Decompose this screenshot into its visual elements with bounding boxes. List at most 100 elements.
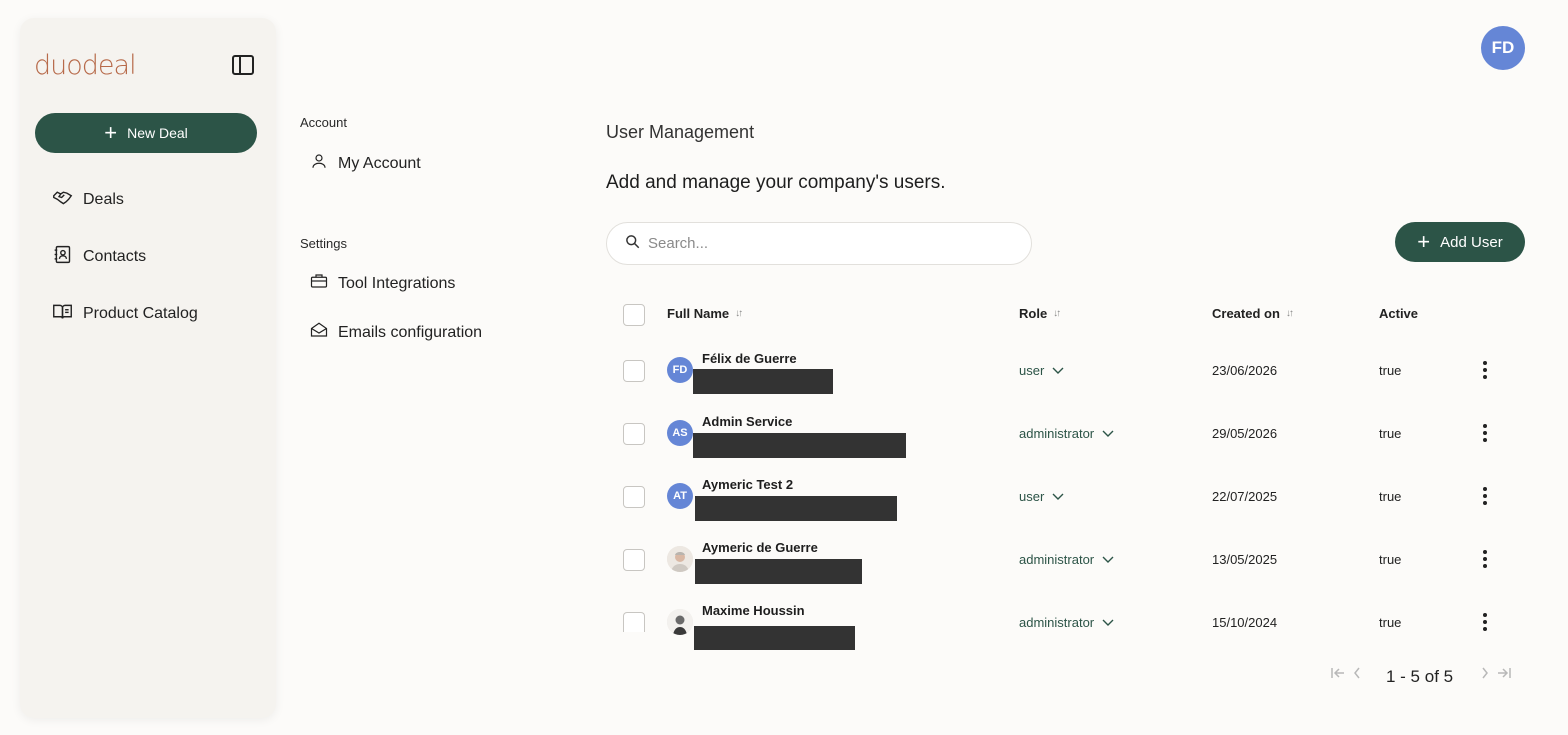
column-header-full-name[interactable]: Full Name ↓↑ xyxy=(667,306,743,321)
chevron-down-icon xyxy=(1052,489,1064,504)
chevron-down-icon xyxy=(1102,426,1114,441)
nav-label: My Account xyxy=(338,154,421,172)
pagination-next-group xyxy=(1480,666,1512,685)
redacted-email xyxy=(694,626,855,650)
user-name: Maxime Houssin xyxy=(702,603,805,618)
sidebar-item-product-catalog[interactable]: Product Catalog xyxy=(52,302,198,326)
sidebar-item-label: Product Catalog xyxy=(83,305,198,322)
user-avatar[interactable]: FD xyxy=(1481,26,1525,70)
search-icon xyxy=(625,234,640,254)
collapse-sidebar-icon[interactable] xyxy=(232,55,254,75)
role-dropdown[interactable]: administrator xyxy=(1019,615,1114,630)
column-header-created-on[interactable]: Created on ↓↑ xyxy=(1212,306,1294,321)
column-header-role[interactable]: Role ↓↑ xyxy=(1019,306,1061,321)
more-options-icon[interactable] xyxy=(1476,485,1494,507)
created-date: 22/07/2025 xyxy=(1212,489,1278,504)
page-subtitle: Add and manage your company's users. xyxy=(606,172,946,193)
row-checkbox[interactable] xyxy=(623,612,645,632)
nav-emails-configuration[interactable]: Emails configuration xyxy=(310,321,482,344)
redacted-email xyxy=(693,369,833,394)
sidebar-item-label: Contacts xyxy=(83,248,147,265)
new-deal-label: New Deal xyxy=(127,125,188,141)
role-value: user xyxy=(1019,363,1045,378)
sidebar-item-contacts[interactable]: Contacts xyxy=(52,245,146,269)
created-date: 15/10/2024 xyxy=(1212,615,1278,630)
created-date: 13/05/2025 xyxy=(1212,552,1278,567)
avatar: AS xyxy=(667,420,693,446)
last-page-icon[interactable] xyxy=(1496,666,1512,685)
sort-icon[interactable]: ↓↑ xyxy=(1286,308,1294,319)
chevron-down-icon xyxy=(1102,552,1114,567)
plus-icon: + xyxy=(104,120,118,145)
active-status: true xyxy=(1379,552,1402,567)
column-label: Created on xyxy=(1212,306,1280,321)
row-checkbox[interactable] xyxy=(623,549,645,571)
new-deal-button[interactable]: + New Deal xyxy=(35,113,257,153)
redacted-email xyxy=(695,496,897,521)
role-dropdown[interactable]: user xyxy=(1019,363,1064,378)
role-value: administrator xyxy=(1019,552,1095,567)
role-value: administrator xyxy=(1019,426,1095,441)
book-icon xyxy=(52,301,73,327)
column-label: Role xyxy=(1019,306,1048,321)
handshake-icon xyxy=(52,187,73,213)
nav-my-account[interactable]: My Account xyxy=(310,152,421,175)
user-name: Aymeric Test 2 xyxy=(702,477,794,492)
user-name: Félix de Guerre xyxy=(702,351,797,366)
avatar-photo xyxy=(667,609,693,635)
user-name: Aymeric de Guerre xyxy=(702,540,818,555)
active-status: true xyxy=(1379,363,1402,378)
sidebar-item-label: Deals xyxy=(83,191,124,208)
role-value: user xyxy=(1019,489,1045,504)
column-header-active: Active xyxy=(1379,306,1418,321)
add-user-label: Add User xyxy=(1440,233,1503,251)
first-page-icon[interactable] xyxy=(1330,666,1346,685)
row-checkbox[interactable] xyxy=(623,360,645,382)
search-box[interactable] xyxy=(606,222,1032,265)
user-name: Admin Service xyxy=(702,414,793,429)
sort-icon[interactable]: ↓↑ xyxy=(1053,308,1061,319)
prev-page-icon[interactable] xyxy=(1352,666,1362,685)
row-checkbox[interactable] xyxy=(623,423,645,445)
briefcase-icon xyxy=(310,272,328,295)
avatar-photo xyxy=(667,546,693,572)
contacts-icon xyxy=(52,244,73,270)
row-checkbox[interactable] xyxy=(623,486,645,508)
more-options-icon[interactable] xyxy=(1476,359,1494,381)
more-options-icon[interactable] xyxy=(1476,611,1494,633)
role-dropdown[interactable]: user xyxy=(1019,489,1064,504)
more-options-icon[interactable] xyxy=(1476,548,1494,570)
app-logo[interactable]: duodeal xyxy=(34,50,137,81)
created-date: 29/05/2026 xyxy=(1212,426,1278,441)
sidebar: duodeal + New Deal Deals Contacts Produc… xyxy=(20,18,276,718)
active-status: true xyxy=(1379,489,1402,504)
redacted-email xyxy=(695,559,862,584)
settings-section-heading: Settings xyxy=(300,236,347,251)
role-dropdown[interactable]: administrator xyxy=(1019,426,1114,441)
nav-tool-integrations[interactable]: Tool Integrations xyxy=(310,272,455,295)
active-status: true xyxy=(1379,615,1402,630)
chevron-down-icon xyxy=(1052,363,1064,378)
select-all-checkbox[interactable] xyxy=(623,304,645,326)
add-user-button[interactable]: + Add User xyxy=(1395,222,1525,262)
avatar: FD xyxy=(667,357,693,383)
search-input[interactable] xyxy=(648,235,1008,252)
role-dropdown[interactable]: administrator xyxy=(1019,552,1114,567)
nav-label: Emails configuration xyxy=(338,323,483,341)
envelope-icon xyxy=(310,321,328,344)
created-date: 23/06/2026 xyxy=(1212,363,1278,378)
more-options-icon[interactable] xyxy=(1476,422,1494,444)
redacted-email xyxy=(693,433,906,458)
sidebar-item-deals[interactable]: Deals xyxy=(52,188,124,212)
sort-icon[interactable]: ↓↑ xyxy=(735,308,743,319)
next-page-icon[interactable] xyxy=(1480,666,1490,685)
column-label: Full Name xyxy=(667,306,730,321)
avatar: AT xyxy=(667,483,693,509)
page-title: User Management xyxy=(606,122,755,142)
nav-label: Tool Integrations xyxy=(338,274,456,292)
pagination-prev-group xyxy=(1330,666,1362,685)
role-value: administrator xyxy=(1019,615,1095,630)
active-status: true xyxy=(1379,426,1402,441)
plus-icon: + xyxy=(1417,229,1431,254)
user-icon xyxy=(310,152,328,175)
